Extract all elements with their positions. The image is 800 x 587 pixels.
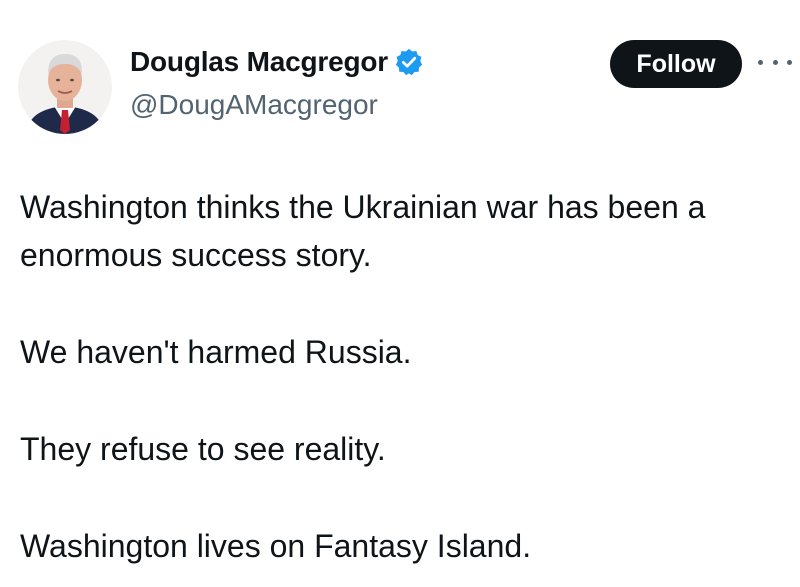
more-dot [787, 59, 792, 65]
more-options-icon[interactable] [758, 52, 792, 72]
tweet-text-line: Washington lives on Fantasy Island. [20, 528, 532, 564]
tweet-card: Douglas Macgregor @DougAMacgregor Follow… [0, 0, 800, 587]
avatar[interactable] [18, 40, 112, 134]
follow-button[interactable]: Follow [610, 40, 742, 88]
tweet-text-line: Washington thinks the Ukrainian war has … [20, 189, 706, 225]
avatar-image [18, 40, 112, 134]
name-row: Douglas Macgregor [130, 46, 424, 78]
more-dot [758, 59, 763, 65]
user-handle[interactable]: @DougAMacgregor [130, 89, 378, 121]
tweet-text-line: They refuse to see reality. [20, 431, 386, 467]
more-dot [772, 59, 778, 65]
tweet-text-line: We haven't harmed Russia. [20, 334, 412, 370]
verified-badge-icon [394, 47, 424, 77]
tweet-text-line: enormous success story. [20, 237, 372, 273]
display-name[interactable]: Douglas Macgregor [130, 46, 388, 78]
